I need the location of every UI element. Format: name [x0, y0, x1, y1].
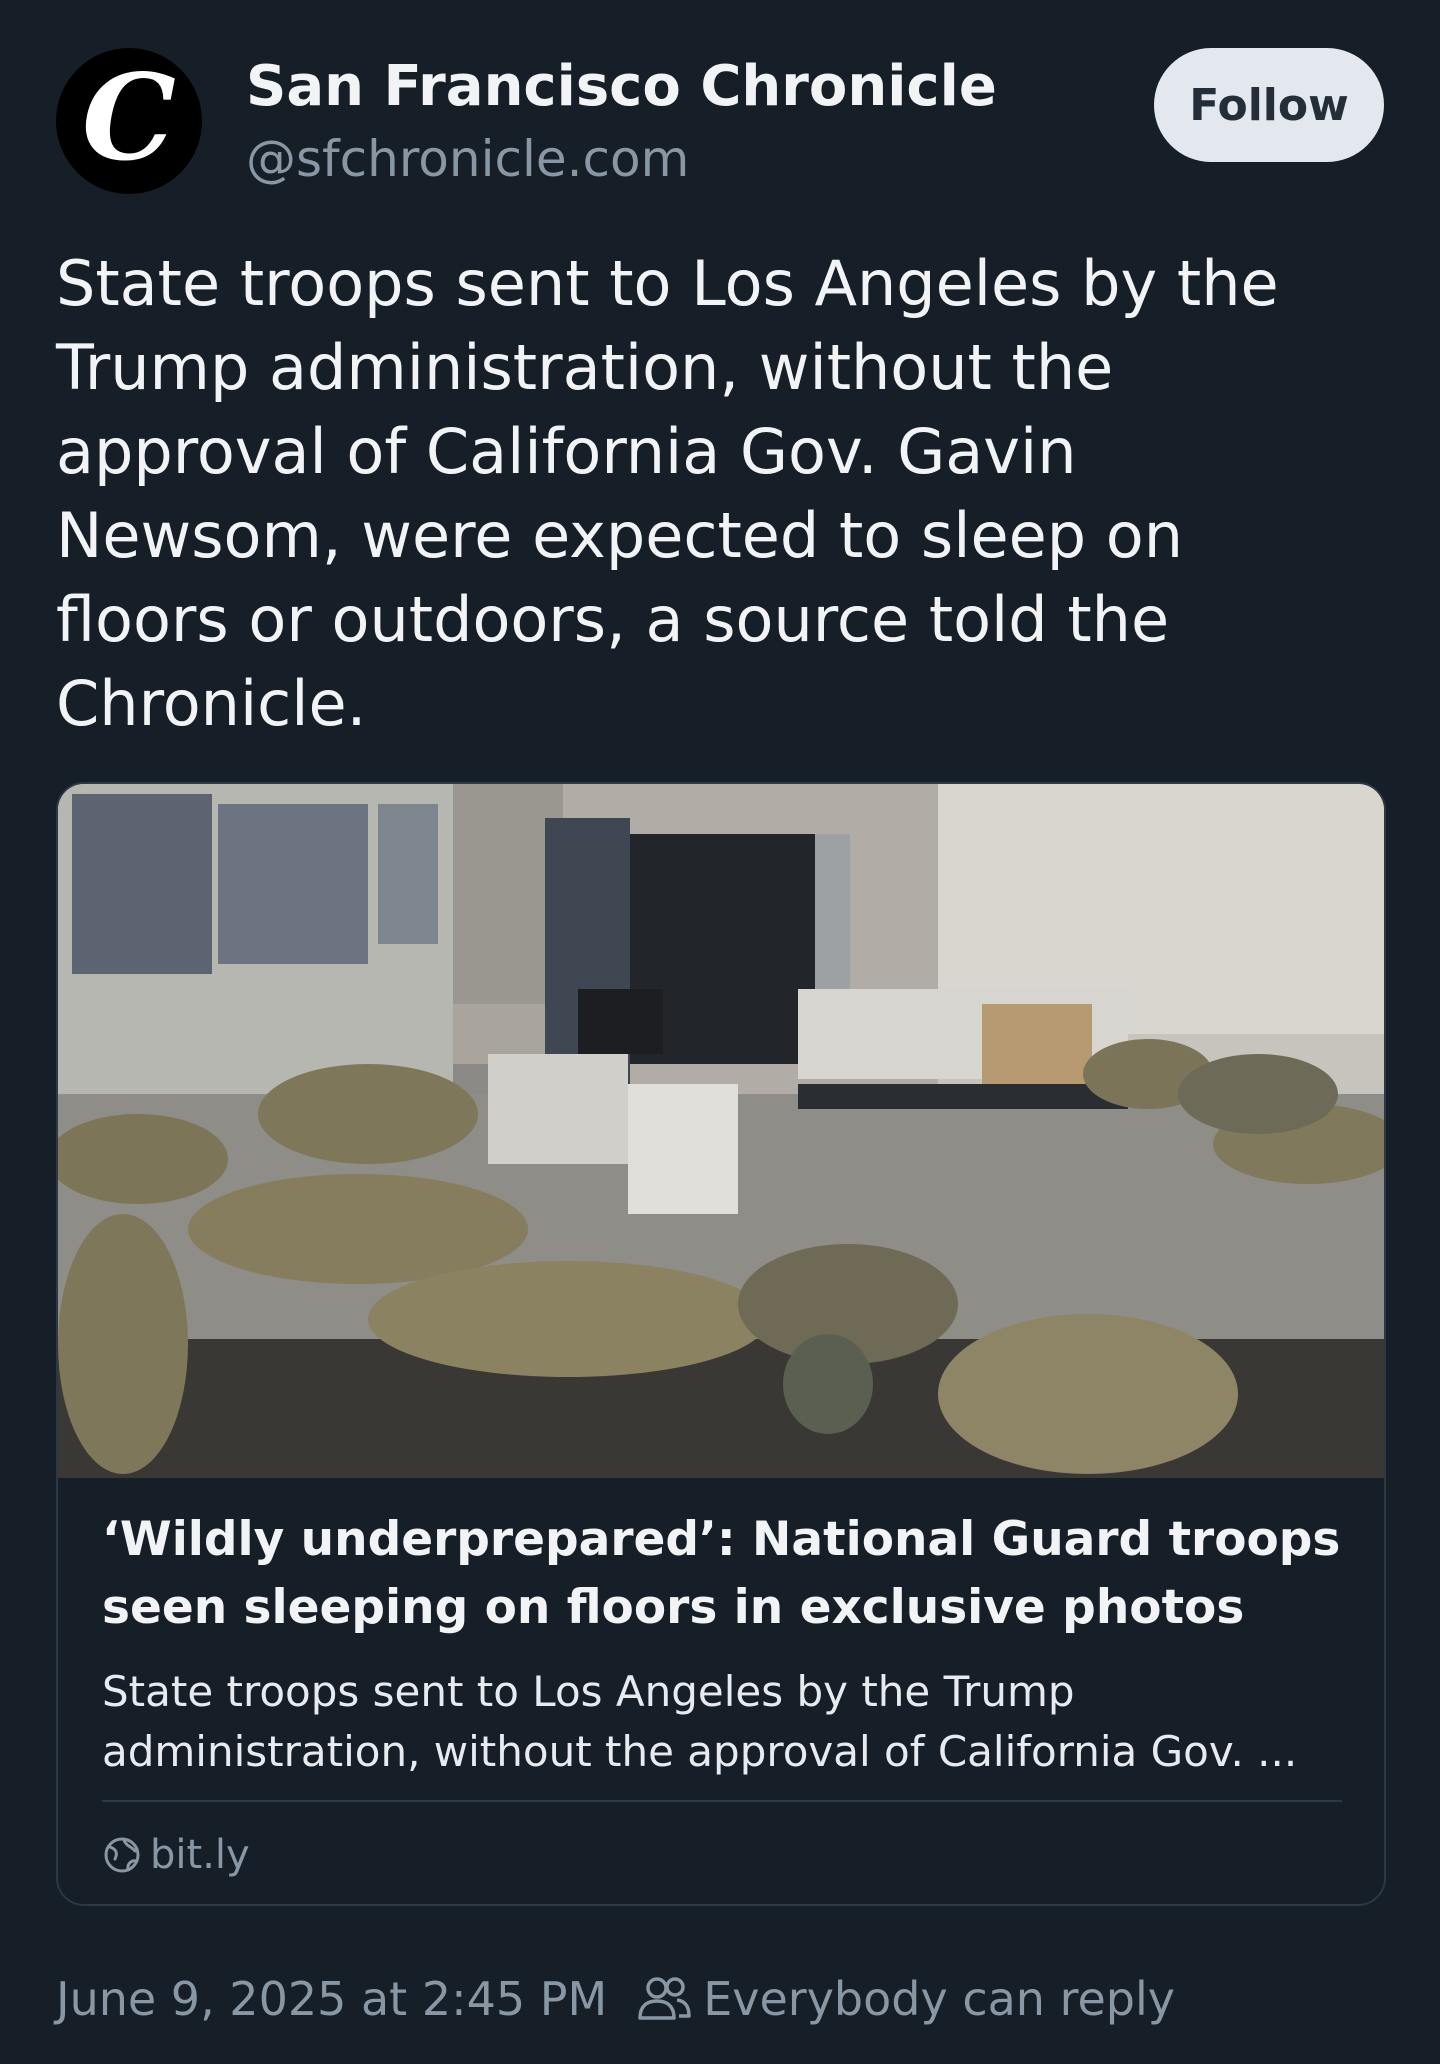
author-handle[interactable]: @sfchronicle.com: [246, 130, 689, 188]
card-source[interactable]: bit.ly: [102, 1830, 250, 1880]
post-header: C San Francisco Chronicle @sfchronicle.c…: [56, 48, 1384, 194]
avatar-logo: C: [82, 48, 176, 187]
link-card[interactable]: ‘Wildly underprepared’: National Guard t…: [56, 782, 1386, 1906]
people-icon: [638, 1977, 691, 2020]
card-image[interactable]: [58, 784, 1384, 1478]
author-display-name[interactable]: San Francisco Chronicle: [246, 54, 997, 119]
card-description: State troops sent to Los Angeles by the …: [102, 1667, 1298, 1776]
card-divider: [102, 1800, 1342, 1802]
card-source-domain: bit.ly: [150, 1832, 250, 1878]
card-title[interactable]: ‘Wildly underprepared’: National Guard t…: [102, 1506, 1342, 1642]
avatar[interactable]: C: [56, 48, 202, 194]
globe-icon: [104, 1837, 140, 1873]
post-text: State troops sent to Los Angeles by the …: [56, 247, 1279, 740]
follow-button[interactable]: Follow: [1154, 48, 1384, 162]
post-footer: June 9, 2025 at 2:45 PM Everybody can re…: [56, 1966, 1175, 2032]
reply-setting[interactable]: Everybody can reply: [703, 1972, 1175, 2026]
post-timestamp[interactable]: June 9, 2025 at 2:45 PM: [56, 1972, 607, 2026]
